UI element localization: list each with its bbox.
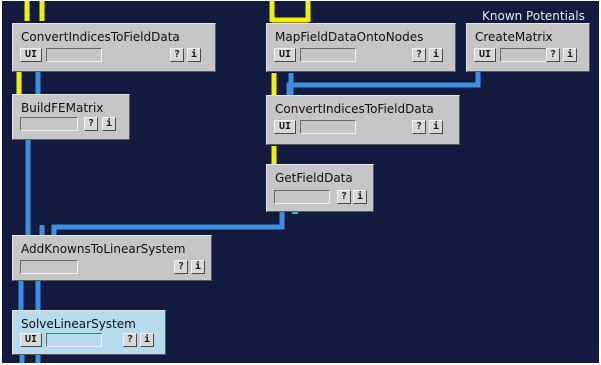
help-button[interactable]: ? — [84, 117, 98, 131]
help-button[interactable]: ? — [337, 190, 351, 204]
module-solve-linear-system[interactable]: SolveLinearSystem UI ? i — [12, 310, 166, 355]
module-create-matrix[interactable]: CreateMatrix UI ? i — [466, 23, 590, 72]
module-add-knowns[interactable]: AddKnownsToLinearSystem ? i — [12, 235, 212, 281]
info-button[interactable]: i — [102, 117, 116, 131]
info-button[interactable]: i — [353, 190, 367, 204]
progress-bar — [300, 48, 356, 62]
progress-bar — [274, 190, 330, 204]
pipe-create-to-convertmid[interactable] — [286, 72, 481, 95]
ui-button[interactable]: UI — [20, 333, 42, 347]
info-button[interactable]: i — [187, 48, 201, 62]
module-title: ConvertIndicesToFieldData — [275, 102, 434, 116]
module-title: MapFieldDataOntoNodes — [275, 30, 424, 44]
ui-button[interactable]: UI — [274, 120, 296, 134]
module-title: SolveLinearSystem — [21, 317, 136, 331]
help-button[interactable]: ? — [174, 260, 188, 274]
module-title: ConvertIndicesToFieldData — [21, 30, 180, 44]
module-title: BuildFEMatrix — [21, 101, 104, 115]
net-comment-label: Known Potentials — [482, 9, 585, 23]
help-button[interactable]: ? — [123, 333, 137, 347]
info-button[interactable]: i — [429, 120, 443, 134]
progress-bar — [20, 260, 78, 274]
ui-button[interactable]: UI — [20, 48, 42, 62]
progress-bar — [300, 120, 356, 134]
pipe-getfield-to-add[interactable] — [51, 212, 285, 235]
help-button[interactable]: ? — [412, 48, 426, 62]
module-title: CreateMatrix — [475, 30, 553, 44]
network-editor[interactable]: Known Potentials ConvertIndicesToFieldDa… — [2, 1, 599, 363]
info-button[interactable]: i — [140, 333, 154, 347]
module-title: GetFieldData — [275, 171, 353, 185]
module-convert-indices-mid[interactable]: ConvertIndicesToFieldData UI ? i — [266, 95, 460, 145]
help-button[interactable]: ? — [170, 48, 184, 62]
module-title: AddKnownsToLinearSystem — [21, 242, 186, 256]
module-convert-indices-top[interactable]: ConvertIndicesToFieldData UI ? i — [12, 23, 216, 72]
progress-bar — [20, 117, 78, 131]
canvas: Known Potentials ConvertIndicesToFieldDa… — [0, 0, 601, 365]
module-build-fe-matrix[interactable]: BuildFEMatrix ? i — [12, 94, 130, 140]
ui-button[interactable]: UI — [274, 48, 296, 62]
module-map-field-data[interactable]: MapFieldDataOntoNodes UI ? i — [266, 23, 456, 72]
progress-bar — [46, 48, 102, 62]
info-button[interactable]: i — [429, 48, 443, 62]
info-button[interactable]: i — [563, 48, 577, 62]
progress-bar — [46, 333, 102, 347]
ui-button[interactable]: UI — [474, 48, 496, 62]
module-get-field-data[interactable]: GetFieldData ? i — [266, 164, 374, 212]
help-button[interactable]: ? — [546, 48, 560, 62]
info-button[interactable]: i — [191, 260, 205, 274]
help-button[interactable]: ? — [412, 120, 426, 134]
